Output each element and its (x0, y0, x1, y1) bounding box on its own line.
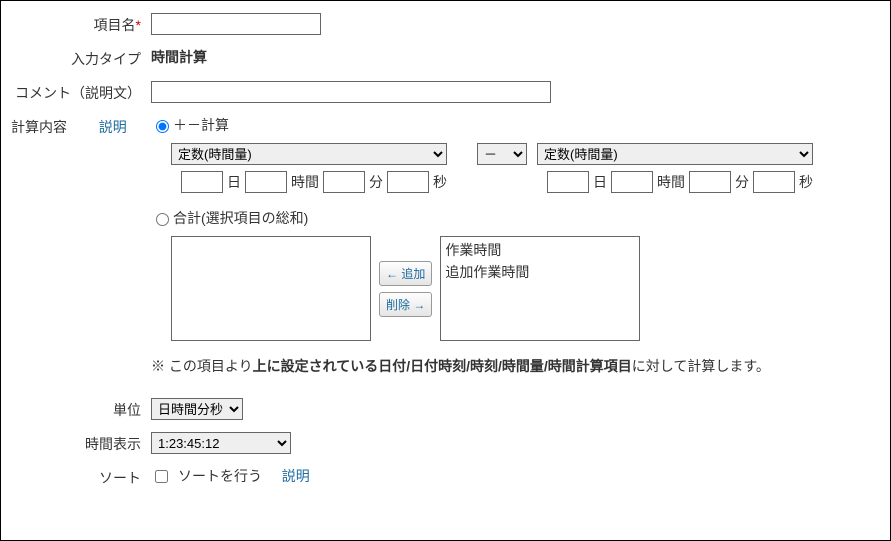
list-item[interactable]: 追加作業時間 (443, 261, 637, 283)
available-listbox[interactable]: 作業時間 追加作業時間 (440, 236, 640, 341)
label-name: 項目名 (94, 17, 136, 33)
explain-link-2[interactable]: 説明 (282, 466, 310, 486)
sort-checkbox[interactable] (155, 470, 168, 483)
input-type-value: 時間計算 (151, 49, 207, 65)
calc-note: ※ この項目より上に設定されている日付/日付時刻/時刻/時間量/時間計算項目に対… (151, 356, 870, 376)
radio-plusminus[interactable] (156, 120, 169, 133)
unit-day-2: 日 (593, 172, 607, 192)
selected-listbox[interactable] (171, 236, 371, 341)
op2-min[interactable] (689, 171, 731, 193)
list-item[interactable]: 作業時間 (443, 239, 637, 261)
op2-hour[interactable] (611, 171, 653, 193)
op2-day[interactable] (547, 171, 589, 193)
operand2-select[interactable]: 定数(時間量) (537, 143, 813, 165)
add-button[interactable]: ← 追加 (379, 261, 432, 286)
explain-link-1[interactable]: 説明 (99, 117, 127, 137)
label-input-type: 入力タイプ (71, 51, 141, 67)
radio-plusminus-label: ＋－計算 (173, 115, 229, 135)
unit-sec-2: 秒 (799, 172, 813, 192)
required-mark: * (136, 17, 141, 33)
op1-min[interactable] (323, 171, 365, 193)
label-sort: ソート (99, 470, 141, 486)
radio-sum-label: 合計(選択項目の総和) (173, 208, 308, 228)
op1-hour[interactable] (245, 171, 287, 193)
unit-sec-1: 秒 (433, 172, 447, 192)
label-unit: 単位 (113, 402, 141, 418)
radio-sum[interactable] (156, 213, 169, 226)
sort-checkbox-label: ソートを行う (178, 466, 262, 486)
label-calc-content: 計算内容 (11, 117, 67, 137)
label-time-display: 時間表示 (85, 436, 141, 452)
comment-input[interactable] (151, 81, 551, 103)
op1-day[interactable] (181, 171, 223, 193)
name-input[interactable] (151, 13, 321, 35)
label-comment: コメント（説明文） (15, 85, 141, 101)
operator-select[interactable]: － (477, 143, 527, 165)
remove-button[interactable]: 削除 → (379, 292, 432, 317)
op1-sec[interactable] (387, 171, 429, 193)
unit-hour-1: 時間 (291, 172, 319, 192)
time-display-select[interactable]: 1:23:45:12 (151, 432, 291, 454)
unit-min-1: 分 (369, 172, 383, 192)
unit-select[interactable]: 日時間分秒 (151, 398, 243, 420)
unit-min-2: 分 (735, 172, 749, 192)
op2-sec[interactable] (753, 171, 795, 193)
unit-day-1: 日 (227, 172, 241, 192)
operand1-select[interactable]: 定数(時間量) (171, 143, 447, 165)
unit-hour-2: 時間 (657, 172, 685, 192)
